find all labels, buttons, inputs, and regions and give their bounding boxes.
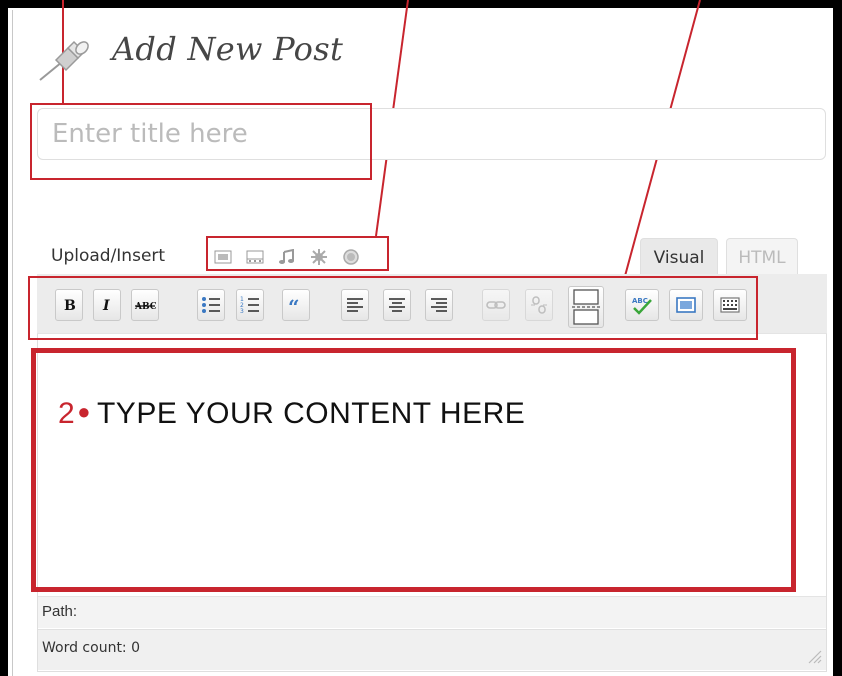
word-count: Word count: 0 <box>42 640 141 656</box>
tab-visual[interactable]: Visual <box>640 238 718 274</box>
upload-insert-label: Upload/Insert <box>51 246 166 266</box>
pushpin-icon <box>38 38 98 82</box>
callout-toolbar <box>28 276 758 340</box>
path-bar <box>38 596 826 628</box>
callout-content <box>31 348 796 592</box>
callout-media <box>206 236 389 271</box>
resize-handle-icon[interactable] <box>806 648 822 664</box>
word-count-bar <box>38 629 826 670</box>
callout-title <box>30 103 372 180</box>
tab-html[interactable]: HTML <box>726 238 798 274</box>
path-label: Path: <box>42 603 78 620</box>
page-title: Add New Post <box>112 30 344 68</box>
